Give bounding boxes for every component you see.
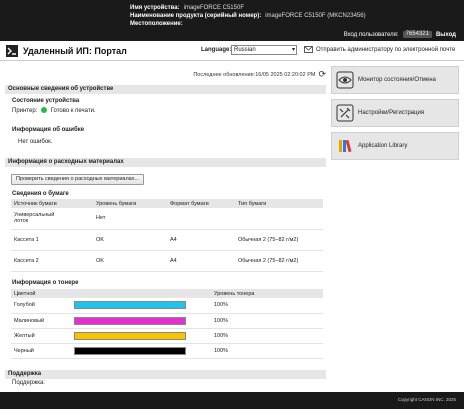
consumables-header: Информация о расходных материалах — [5, 158, 326, 167]
toner-level-bar — [74, 331, 186, 340]
toner-level-bar — [74, 301, 186, 310]
toner-col-level: Уровень тонера — [211, 289, 323, 298]
toner-name: Малиновый — [11, 313, 71, 329]
remote-ui-logo-icon — [6, 45, 18, 57]
paper-source: Кассета 2 — [11, 250, 93, 272]
paper-col-type: Тип бумаги — [235, 199, 323, 208]
device-name-value: imageFORCE C5150F — [183, 5, 244, 11]
toner-level: 100% — [211, 298, 323, 314]
login-user-label: Вход пользователя: — [343, 31, 399, 38]
mail-admin-link[interactable]: Отправить администратору по электронной … — [304, 46, 455, 53]
last-updated: Последнее обновление:16/05 2025 02:20:02… — [193, 69, 326, 80]
table-row: Черный 100% — [11, 343, 323, 359]
support-label: Поддержка: — [12, 380, 45, 386]
paper-size: A4 — [167, 250, 235, 272]
login-area: Вход пользователя: 7654321 Выход — [344, 31, 456, 38]
status-ok-icon — [41, 107, 48, 113]
login-user-value: 7654321 — [402, 31, 432, 38]
paper-col-level: Уровень бумаги — [93, 199, 167, 208]
toner-info-heading: Информация о тонере — [12, 280, 79, 286]
toner-name: Черный — [11, 343, 71, 359]
language-select[interactable]: Russian ▾ — [231, 45, 297, 55]
toner-level-bar — [74, 346, 186, 355]
toner-table-header: Цветной Уровень тонера — [11, 289, 323, 298]
device-name-label: Имя устройства: — [130, 5, 180, 11]
mail-admin-label: Отправить администратору по электронной … — [316, 46, 456, 53]
paper-size — [167, 208, 235, 230]
paper-table-header: Источник бумаги Уровень бумаги Формат бу… — [11, 199, 323, 208]
page-title: Удаленный ИП: Портал — [23, 46, 127, 56]
toner-col-bar — [71, 289, 211, 298]
toner-level: 100% — [211, 313, 323, 329]
product-name-value: imageFORCE C5150F (MKCN23456) — [265, 13, 366, 19]
printer-status-row: Принтер: Готово к печати. — [12, 107, 96, 114]
table-row: Кассета 1 OK A4 Обычная 2 (75–82 г/м2) — [11, 229, 323, 251]
paper-size: A4 — [167, 229, 235, 251]
toner-col-color: Цветной — [11, 289, 71, 298]
printer-label: Принтер: — [12, 108, 38, 114]
paper-source: Кассета 1 — [11, 229, 93, 251]
paper-table: Источник бумаги Уровень бумаги Формат бу… — [11, 199, 323, 272]
device-status-heading: Состояние устройства — [12, 98, 80, 104]
toner-level-bar — [74, 316, 186, 325]
sidebar-item-settings[interactable]: Настройки/Регистрация — [331, 99, 459, 127]
toner-name: Желтый — [11, 328, 71, 344]
basic-info-header: Основные сведения об устройстве — [5, 85, 326, 94]
table-row: Малиновый 100% — [11, 313, 323, 329]
device-info-bar: Имя устройства: imageFORCE C5150F Наимено… — [0, 0, 464, 41]
paper-type: Обычная 2 (75–82 г/м2) — [235, 229, 323, 251]
location-label: Местоположение: — [130, 21, 183, 27]
chevron-down-icon: ▾ — [291, 47, 295, 53]
settings-icon — [336, 104, 354, 122]
paper-col-size: Формат бумаги — [167, 199, 235, 208]
sidebar-item-status-monitor[interactable]: Монитор состояния/Отмена — [331, 66, 459, 94]
toner-level: 100% — [211, 343, 323, 359]
paper-source: Универсальный лоток — [11, 208, 93, 230]
mail-icon — [304, 46, 313, 53]
device-info: Имя устройства: imageFORCE C5150F Наимено… — [130, 4, 366, 28]
toner-level: 100% — [211, 328, 323, 344]
printer-status: Готово к печати. — [50, 108, 96, 114]
table-row: Голубой 100% — [11, 298, 323, 314]
toner-table: Цветной Уровень тонера Голубой 100% Мали… — [11, 289, 323, 359]
error-info-value: Нет ошибок. — [18, 139, 53, 145]
table-row: Универсальный лоток Нет — [11, 208, 323, 230]
table-row: Кассета 2 OK A4 Обычная 2 (75–82 г/м2) — [11, 250, 323, 272]
sidebar-item-label: Application Library — [358, 143, 408, 149]
sidebar-item-app-library[interactable]: Application Library — [331, 132, 459, 160]
error-info-heading: Информация об ошибке — [12, 127, 85, 133]
paper-type: Обычная 2 (75–82 г/м2) — [235, 250, 323, 272]
language-label: Language: — [201, 47, 232, 53]
check-consumables-button[interactable]: Проверить сведения о расходных материала… — [11, 174, 145, 185]
toner-name: Голубой — [11, 298, 71, 314]
app-library-icon — [336, 137, 354, 155]
paper-level: OK — [93, 250, 167, 272]
table-row: Желтый 100% — [11, 328, 323, 344]
paper-type — [235, 208, 323, 230]
logout-link[interactable]: Выход — [436, 32, 456, 38]
sidebar-item-label: Монитор состояния/Отмена — [358, 77, 436, 83]
copyright: Copyright CANON INC. 2025 — [397, 397, 456, 402]
paper-col-source: Источник бумаги — [11, 199, 93, 208]
paper-level: Нет — [93, 208, 167, 230]
last-updated-text: Последнее обновление:16/05 2025 02:20:02… — [193, 71, 316, 78]
eye-icon — [336, 71, 354, 89]
support-header: Поддержка — [5, 370, 326, 379]
paper-info-heading: Сведения о бумаге — [12, 191, 69, 197]
footer: Copyright CANON INC. 2025 — [0, 392, 464, 409]
language-select-value: Russian — [234, 47, 256, 53]
refresh-icon[interactable]: ⟳ — [318, 69, 326, 80]
product-name-label: Наименование продукта (серийный номер): — [130, 13, 262, 19]
paper-level: OK — [93, 229, 167, 251]
title-bar: Удаленный ИП: Портал Language: Russian ▾… — [0, 41, 464, 61]
main-content: Последнее обновление:16/05 2025 02:20:02… — [5, 64, 326, 409]
sidebar-item-label: Настройки/Регистрация — [358, 110, 425, 116]
